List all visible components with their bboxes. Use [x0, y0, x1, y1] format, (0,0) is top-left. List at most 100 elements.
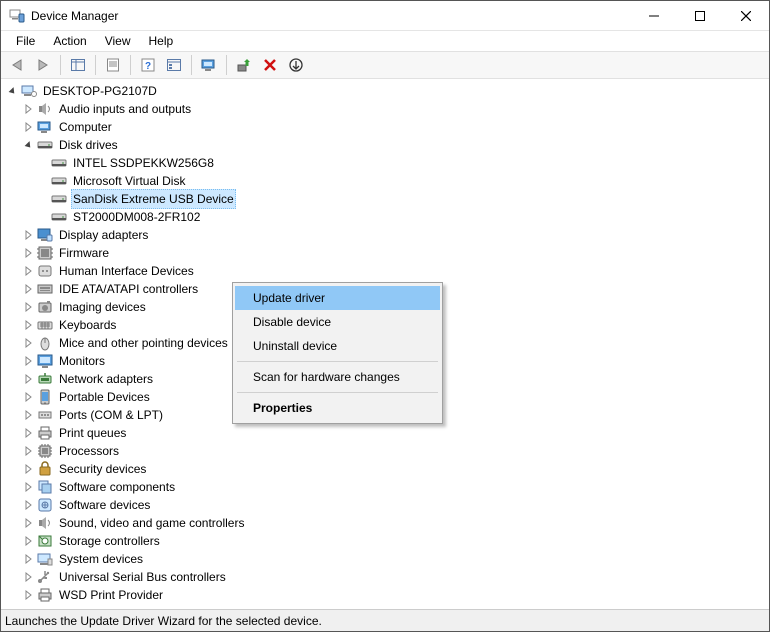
caret-closed-icon[interactable]	[23, 427, 35, 439]
toolbar-separator	[191, 55, 192, 75]
printer-icon	[37, 425, 53, 441]
tree-category[interactable]: Disk drives	[7, 136, 769, 154]
caret-closed-icon[interactable]	[23, 535, 35, 547]
titlebar: Device Manager	[1, 1, 769, 31]
toolbar: ?	[1, 51, 769, 79]
tree-category[interactable]: Audio inputs and outputs	[7, 100, 769, 118]
caret-closed-icon[interactable]	[23, 409, 35, 421]
tree-item[interactable]: ST2000DM008-2FR102	[7, 208, 769, 226]
disk-icon	[51, 155, 67, 171]
tree-category[interactable]: Processors	[7, 442, 769, 460]
back-button[interactable]	[5, 54, 29, 76]
caret-open-icon[interactable]	[7, 85, 19, 97]
caret-closed-icon[interactable]	[23, 301, 35, 313]
audio-icon	[37, 101, 53, 117]
menu-action[interactable]: Action	[44, 32, 95, 50]
caret-closed-icon[interactable]	[23, 499, 35, 511]
softcomp-icon	[37, 479, 53, 495]
window-title: Device Manager	[31, 9, 631, 23]
tree-category-label: Ports (COM & LPT)	[57, 406, 165, 424]
help-button[interactable]: ?	[136, 54, 160, 76]
forward-button[interactable]	[31, 54, 55, 76]
tree-category[interactable]: Human Interface Devices	[7, 262, 769, 280]
tree-item-label: SanDisk Extreme USB Device	[71, 189, 236, 209]
caret-closed-icon[interactable]	[23, 391, 35, 403]
caret-closed-icon[interactable]	[23, 229, 35, 241]
tree-category[interactable]: Software components	[7, 478, 769, 496]
tree-category-label: Security devices	[57, 460, 148, 478]
context-menu-item[interactable]: Disable device	[235, 310, 440, 334]
context-menu-separator	[237, 361, 438, 362]
tree-category-label: Computer	[57, 118, 114, 136]
context-menu-item[interactable]: Uninstall device	[235, 334, 440, 358]
menu-help[interactable]: Help	[140, 32, 183, 50]
tree-category-label: Portable Devices	[57, 388, 152, 406]
tree-category[interactable]: Firmware	[7, 244, 769, 262]
tree-category[interactable]: WSD Print Provider	[7, 586, 769, 604]
menu-file[interactable]: File	[7, 32, 44, 50]
toolbar-separator	[226, 55, 227, 75]
disable-button[interactable]	[284, 54, 308, 76]
tree-category[interactable]: Computer	[7, 118, 769, 136]
tree-item[interactable]: Microsoft Virtual Disk	[7, 172, 769, 190]
hid-icon	[37, 263, 53, 279]
show-hide-tree-button[interactable]	[66, 54, 90, 76]
update-driver-button[interactable]	[232, 54, 256, 76]
caret-closed-icon[interactable]	[23, 463, 35, 475]
tree-category-label: Human Interface Devices	[57, 262, 196, 280]
tree-root[interactable]: DESKTOP-PG2107D	[7, 82, 769, 100]
caret-closed-icon[interactable]	[23, 121, 35, 133]
tree-item[interactable]: INTEL SSDPEKKW256G8	[7, 154, 769, 172]
ide-icon	[37, 281, 53, 297]
toolbar-separator	[95, 55, 96, 75]
tree-category-label: Firmware	[57, 244, 111, 262]
context-menu-item[interactable]: Scan for hardware changes	[235, 365, 440, 389]
uninstall-button[interactable]	[258, 54, 282, 76]
tree-item[interactable]: SanDisk Extreme USB Device	[7, 190, 769, 208]
tree-category[interactable]: Universal Serial Bus controllers	[7, 568, 769, 586]
caret-closed-icon[interactable]	[23, 445, 35, 457]
tree-category-label: Audio inputs and outputs	[57, 100, 193, 118]
properties-button[interactable]	[101, 54, 125, 76]
tree-category[interactable]: System devices	[7, 550, 769, 568]
tree-category-label: Display adapters	[57, 226, 150, 244]
tree-category-label: Mice and other pointing devices	[57, 334, 230, 352]
caret-open-icon[interactable]	[23, 139, 35, 151]
caret-closed-icon[interactable]	[23, 319, 35, 331]
caret-closed-icon[interactable]	[23, 337, 35, 349]
caret-closed-icon[interactable]	[23, 589, 35, 601]
tree-category[interactable]: Software devices	[7, 496, 769, 514]
scan-hardware-button[interactable]	[197, 54, 221, 76]
tree-category[interactable]: Sound, video and game controllers	[7, 514, 769, 532]
maximize-button[interactable]	[677, 1, 723, 30]
caret-closed-icon[interactable]	[23, 571, 35, 583]
tree-category[interactable]: Display adapters	[7, 226, 769, 244]
tree-category[interactable]: Storage controllers	[7, 532, 769, 550]
caret-closed-icon[interactable]	[23, 265, 35, 277]
close-button[interactable]	[723, 1, 769, 30]
context-menu-item[interactable]: Update driver	[235, 286, 440, 310]
caret-closed-icon[interactable]	[23, 355, 35, 367]
svg-text:?: ?	[145, 61, 151, 72]
firmware-icon	[37, 245, 53, 261]
caret-closed-icon[interactable]	[23, 283, 35, 295]
minimize-button[interactable]	[631, 1, 677, 30]
caret-closed-icon[interactable]	[23, 103, 35, 115]
caret-closed-icon[interactable]	[23, 517, 35, 529]
caret-closed-icon[interactable]	[23, 481, 35, 493]
tree-category-label: Processors	[57, 442, 121, 460]
caret-closed-icon[interactable]	[23, 247, 35, 259]
caret-closed-icon[interactable]	[23, 553, 35, 565]
toolbar-separator	[130, 55, 131, 75]
statusbar: Launches the Update Driver Wizard for th…	[1, 609, 769, 631]
storage-icon	[37, 533, 53, 549]
menu-view[interactable]: View	[96, 32, 140, 50]
context-menu-item[interactable]: Properties	[235, 396, 440, 420]
tree-category-label: Network adapters	[57, 370, 155, 388]
device-tree-area[interactable]: DESKTOP-PG2107D Audio inputs and outputs…	[1, 79, 769, 609]
caret-closed-icon[interactable]	[23, 373, 35, 385]
action-button[interactable]	[162, 54, 186, 76]
tree-category[interactable]: Print queues	[7, 424, 769, 442]
tree-category[interactable]: Security devices	[7, 460, 769, 478]
context-menu-separator	[237, 392, 438, 393]
